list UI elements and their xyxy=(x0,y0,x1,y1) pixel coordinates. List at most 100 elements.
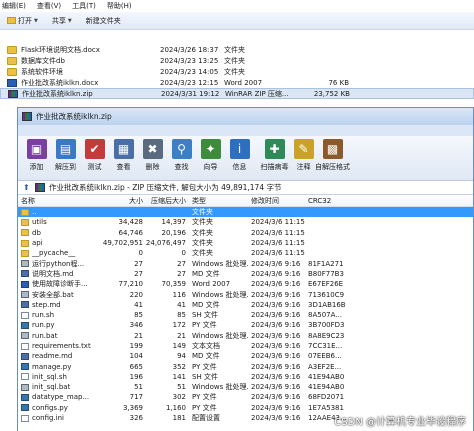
docx-file-icon xyxy=(21,280,29,288)
cell-crc32: 713610C9 xyxy=(308,290,345,299)
cell-packed: 27 xyxy=(177,259,186,268)
table-row[interactable]: 说明文档.md 27 27 MD 文件 2024/3/6 9:16 B80F77B3 xyxy=(18,269,473,279)
menu-help[interactable]: 帮助(H) xyxy=(107,1,132,11)
column-modified[interactable]: 修改时间 xyxy=(249,196,306,206)
table-row[interactable]: utils 34,428 14,397 文件夹 2024/3/6 11:15 xyxy=(18,217,473,227)
table-row[interactable]: 运行python程... 27 27 Windows 批处理... 2024/3/6 9… xyxy=(18,258,473,268)
menu-tools[interactable]: 工具(T) xyxy=(72,1,96,11)
toolbar-button-label: 删除 xyxy=(145,163,160,171)
table-row[interactable]: api 49,702,951 24,076,497 文件夹 2024/3/6 11:15 xyxy=(18,238,473,248)
cell-modified: 2024/3/6 9:16 xyxy=(251,290,301,299)
file-name: step.md xyxy=(32,300,61,309)
cell-type: MD 文件 xyxy=(192,352,220,361)
table-row[interactable]: configs.py 3,369 1,160 PY 文件 2024/3/6 9:16 1E… xyxy=(18,403,473,413)
table-row[interactable]: datatype_map... 717 302 PY 文件 2024/3/6 9:16 6… xyxy=(18,392,473,402)
py-file-icon xyxy=(21,321,29,329)
bat-file-icon xyxy=(21,260,29,268)
file-name: 运行python程... xyxy=(32,259,85,268)
chevron-down-icon: ▼ xyxy=(67,17,72,24)
toolbar-button-label: 信息 xyxy=(232,163,247,171)
open-button[interactable]: 打开 ▼ xyxy=(2,14,43,28)
winrar-zip-icon xyxy=(8,89,18,98)
cell-modified: 2024/3/6 9:16 xyxy=(251,403,301,412)
list-item[interactable]: 作业批改系统iklkn.zip 2024/3/31 19:12 WinRAR ZIP… xyxy=(0,88,474,99)
toolbar-button-virus-scan[interactable]: ✚ 扫描病毒 xyxy=(260,139,289,172)
toolbar-button-delete[interactable]: ✖ 删除 xyxy=(138,139,167,172)
table-row[interactable]: requirements.txt 199 149 文本文档 2024/3/6 9:16 7… xyxy=(18,341,473,351)
find-icon: ⚲ xyxy=(171,139,192,159)
column-type[interactable]: 类型 xyxy=(186,196,249,206)
table-row[interactable]: run.bat 21 21 Windows 批处理... 2024/3/6 9:16 8A… xyxy=(18,331,473,341)
cell-size: 220 xyxy=(129,290,143,299)
toolbar-button-info[interactable]: i 信息 xyxy=(225,139,254,172)
cell-type: 文本文档 xyxy=(192,342,220,350)
table-row[interactable]: init_sql.bat 51 51 Windows 批处理... 2024/3/6 9… xyxy=(18,382,473,392)
toolbar-button-add[interactable]: ▣ 添加 xyxy=(22,139,51,172)
column-size[interactable]: 大小 xyxy=(101,196,143,206)
winrar-menu-bar xyxy=(18,125,473,136)
cell-crc32: 1E7A5381 xyxy=(308,403,344,412)
cell-modified: 2024/3/6 11:15 xyxy=(251,239,305,248)
cell-packed: 27 xyxy=(177,269,186,278)
file-name: __pycache__ xyxy=(32,249,76,258)
table-row[interactable]: 使用故障诊断手... 77,210 70,359 Word 2007 2024/3/6 … xyxy=(18,279,473,289)
toolbar-button-label: 向导 xyxy=(203,163,218,171)
cell-name: db xyxy=(18,229,101,237)
table-row[interactable]: step.md 41 41 MD 文件 2024/3/6 9:16 3D1AB16B xyxy=(18,300,473,310)
winrar-title-bar[interactable]: 作业批改系统iklkn.zip xyxy=(18,108,473,125)
cell-packed: 116 xyxy=(172,290,186,299)
delete-icon: ✖ xyxy=(142,139,163,159)
table-header: 名称 大小 压缩后大小 类型 修改时间 CRC32 xyxy=(18,195,473,207)
table-row[interactable]: __pycache__ 0 0 文件夹 2024/3/6 11:15 xyxy=(18,248,473,258)
toolbar-button-test[interactable]: ✔ 测试 xyxy=(80,139,109,172)
up-one-level-icon[interactable]: ⬆ xyxy=(23,183,31,192)
share-button[interactable]: 共享 ▼ xyxy=(47,14,77,28)
toolbar-button-sfx[interactable]: ▩ 自解压格式 xyxy=(315,139,350,172)
winrar-toolbar: ▣ 添加 ▤ 解压到 ✔ 测试 ▦ 查看 ✖ 删除 ⚲ 查找 ✦ 向导 i 信息 ✚ 扫描病毒 ✎ 注释 ▩ 自解压格式 xyxy=(18,136,473,181)
table-row[interactable]: run.py 346 172 PY 文件 2024/3/6 9:16 3B700FD3 xyxy=(18,320,473,330)
file-size: 23,752 KB xyxy=(313,89,350,98)
column-crc32[interactable]: CRC32 xyxy=(306,197,346,205)
menu-edit[interactable]: 编辑(E) xyxy=(2,1,26,11)
toolbar-button-label: 解压到 xyxy=(55,163,76,171)
column-packed[interactable]: 压缩后大小 xyxy=(143,196,186,206)
archive-path-bar: ⬆ 作业批改系统iklkn.zip - ZIP 压缩文件, 解包大小为 49,8… xyxy=(18,181,473,195)
list-item[interactable]: 作业批改系统iklkn.docx 2024/3/23 12:15 Word 2007… xyxy=(0,77,474,88)
folder-icon xyxy=(7,45,17,54)
toolbar-button-find[interactable]: ⚲ 查找 xyxy=(167,139,196,172)
cell-size: 21 xyxy=(134,331,143,340)
toolbar-button-wizard[interactable]: ✦ 向导 xyxy=(196,139,225,172)
cell-name: __pycache__ xyxy=(18,249,101,257)
cell-name: 说明文档.md xyxy=(18,269,101,279)
new-folder-button[interactable]: 新建文件夹 xyxy=(81,14,126,28)
list-item[interactable]: 系统软件环境 2024/3/23 14:05 文件夹 xyxy=(0,66,474,77)
cell-name: configs.py xyxy=(18,404,101,412)
list-item[interactable]: 数据库文件db 2024/3/23 13:25 文件夹 xyxy=(0,55,474,66)
menu-view[interactable]: 查看(V) xyxy=(37,1,61,11)
table-row[interactable]: manage.py 665 352 PY 文件 2024/3/6 9:16 A3EF2E.… xyxy=(18,361,473,371)
table-row[interactable]: 安装全部.bat 220 116 Windows 批处理... 2024/3/6 9:1… xyxy=(18,289,473,299)
cell-crc32: 8A507A... xyxy=(308,311,342,320)
table-row[interactable]: db 64,746 20,196 文件夹 2024/3/6 11:15 xyxy=(18,228,473,238)
cell-type: 文件夹 xyxy=(192,218,213,227)
toolbar-button-comment[interactable]: ✎ 注释 xyxy=(289,139,318,172)
table-row[interactable]: .. 文件夹 xyxy=(18,207,473,218)
column-name[interactable]: 名称 xyxy=(18,196,101,206)
cell-modified: 2024/3/6 11:15 xyxy=(251,218,305,227)
cell-size: 0 xyxy=(138,249,143,258)
table-row[interactable]: init_sql.sh 196 141 SH 文件 2024/3/6 9:16 41E94… xyxy=(18,372,473,382)
cell-packed: 70,359 xyxy=(161,280,187,289)
file-date: 2024/3/31 19:12 xyxy=(161,89,220,98)
file-explorer-window: 编辑(E) 查看(V) 工具(T) 帮助(H) 打开 ▼ 共享 ▼ 新建文件夹 … xyxy=(0,0,474,110)
cell-type: Windows 批处理... xyxy=(192,331,249,340)
wizard-icon: ✦ xyxy=(200,139,221,159)
new-folder-button-label: 新建文件夹 xyxy=(85,16,121,25)
list-item[interactable]: Flask环境说明文档.docx 2024/3/26 18:37 文件夹 xyxy=(0,44,474,55)
table-row[interactable]: readme.md 104 94 MD 文件 2024/3/6 9:16 07EEB6..… xyxy=(18,351,473,361)
toolbar-button-extract-to[interactable]: ▤ 解压到 xyxy=(51,139,80,172)
cell-packed: 21 xyxy=(177,331,186,340)
table-row[interactable]: run.sh 85 85 SH 文件 2024/3/6 9:16 8A507A... xyxy=(18,310,473,320)
cell-packed: 172 xyxy=(172,321,186,330)
folder-file-icon xyxy=(21,249,29,257)
toolbar-button-view[interactable]: ▦ 查看 xyxy=(109,139,138,172)
